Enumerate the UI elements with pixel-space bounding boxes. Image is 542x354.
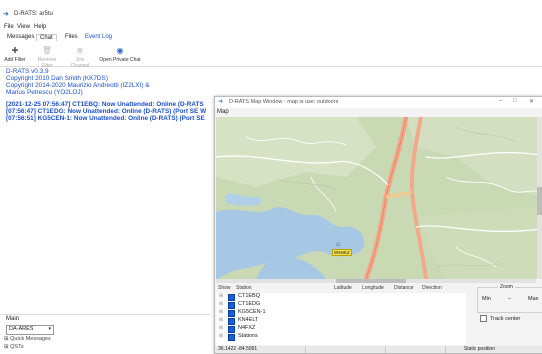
expand-icon: ⊞ (219, 293, 224, 299)
col-direction[interactable]: Direction (422, 285, 442, 291)
col-station[interactable]: Station (236, 285, 252, 291)
expand-icon: ⊞ (4, 344, 9, 350)
expand-icon: ⊞ (219, 333, 224, 339)
menu-help[interactable]: Help (34, 24, 46, 30)
list-item[interactable]: ⊞ N4FXZ (216, 325, 466, 333)
list-item[interactable]: ⊞ KN4ELT (216, 317, 466, 325)
tab-chat[interactable]: Chat (36, 34, 57, 41)
marker-icon: ⌂ (336, 241, 341, 248)
map-title-bar: ➜ D-RATS Map Window - map is use: outdoo… (215, 97, 542, 108)
menubar: File View Help (0, 22, 542, 32)
window-title: D-RATS: ar5tu (14, 11, 53, 17)
event-log-text: D-RATS v0.3.9 Copyright 2010 Dan Smith (… (6, 68, 226, 138)
checkbox-box (480, 315, 487, 322)
add-filter-button[interactable]: ✚ Add Filter (4, 46, 26, 63)
toolbar: ✚ Add Filter 🗑 Remove Filter ⊕ Join Chan… (0, 44, 542, 69)
position-status: Static position (463, 346, 495, 352)
log-line: Copyright 2014-2020 Maurizio Andreotti (… (6, 82, 150, 89)
station-name: KG5CEN-1 (238, 309, 266, 315)
tab-files[interactable]: Files (62, 34, 81, 40)
station-name: Stations (238, 333, 258, 339)
expand-icon: ⊞ (219, 325, 224, 331)
app-icon: ➜ (3, 11, 9, 18)
station-name: CT1EDG (238, 301, 261, 307)
show-checkbox[interactable] (228, 318, 235, 325)
expand-icon: ⊞ (219, 309, 224, 315)
channel-value: DA-ARES (9, 326, 34, 332)
station-name: KN4ELT (238, 317, 259, 323)
station-list: ⊞ CT1EBQ ⊞ CT1EDG ⊞ KG5CEN-1 ⊞ KN4ELT ⊞ … (216, 293, 466, 345)
station-name: CT1EBQ (238, 293, 261, 299)
list-item[interactable]: ⊞ CT1EBQ (216, 293, 466, 301)
station-list-header: Show Station Latitude Longitude Distance… (216, 284, 466, 292)
expand-icon: ⊞ (219, 317, 224, 323)
join-channel-button[interactable]: ⊕ Join Channel (66, 46, 94, 69)
expand-icon: ⊞ (4, 336, 9, 342)
col-longitude[interactable]: Longitude (362, 285, 384, 291)
log-event: [07:56:47] CT1EDG: Now Unattended: Onlin… (6, 108, 207, 115)
col-distance[interactable]: Distance (394, 285, 413, 291)
zoom-title: Zoom (498, 284, 515, 290)
map-canvas (216, 117, 542, 279)
main-tabs: Messages Chat Files Event Log (4, 33, 204, 43)
coordinates-readout: 36.1422 -84.5991 (218, 346, 258, 352)
channel-select[interactable]: DA-ARES ▾ (6, 325, 54, 335)
show-checkbox[interactable] (228, 294, 235, 301)
log-event: [07:56:51] KG5CEN-1: Now Unattended: Onl… (6, 115, 205, 122)
marker-label: W5NEZ (332, 249, 352, 256)
zoom-max-label: Max (528, 296, 539, 302)
menu-file[interactable]: File (4, 24, 14, 30)
expand-icon: ⊞ (219, 301, 224, 307)
menu-view[interactable]: View (17, 24, 30, 30)
open-private-chat-button[interactable]: ◉ Open Private Chat (98, 46, 142, 63)
map-vertical-scrollbar[interactable] (537, 117, 542, 279)
map-menu[interactable]: Map (217, 109, 229, 115)
col-show[interactable]: Show (218, 285, 231, 291)
plus-icon: ✚ (11, 46, 19, 55)
zoom-slider[interactable]: – (508, 296, 511, 302)
map-window-title: D-RATS Map Window - map is use: outdoors (229, 99, 339, 105)
map-view[interactable]: ⌂ W5NEZ (216, 117, 542, 279)
show-checkbox[interactable] (228, 302, 235, 309)
log-line: D-RATS v0.3.9 (6, 68, 49, 75)
zoom-group: Zoom Min – Max (477, 284, 542, 313)
track-center-checkbox[interactable]: Track center (480, 315, 520, 322)
tab-messages[interactable]: Messages (4, 34, 37, 40)
show-checkbox[interactable] (228, 326, 235, 333)
list-item[interactable]: ⊞ KG5CEN-1 (216, 309, 466, 317)
show-checkbox[interactable] (228, 310, 235, 317)
app-icon: ➜ (218, 99, 224, 105)
map-window: ➜ D-RATS Map Window - map is use: outdoo… (214, 96, 542, 354)
track-center-label: Track center (490, 315, 521, 322)
chat-icon: ◉ (116, 46, 124, 55)
trash-icon: 🗑 (41, 46, 53, 55)
col-latitude[interactable]: Latitude (334, 285, 352, 291)
quick-messages-item[interactable]: ⊞ Quick Messages (4, 336, 51, 342)
list-item[interactable]: ⊞ Stations (216, 333, 466, 341)
log-event: [2021-12-25 07:56:47] CT1EBQ: Now Unatte… (6, 101, 204, 108)
close-icon[interactable]: ✕ (529, 98, 534, 105)
bottom-panel (0, 314, 210, 325)
maximize-icon[interactable]: □ (513, 98, 517, 104)
remove-filter-button[interactable]: 🗑 Remove Filter (32, 46, 62, 69)
minimize-icon[interactable]: – (499, 98, 502, 104)
qsts-item[interactable]: ⊞ QSTs (4, 344, 24, 350)
main-title-bar: ➜ D-RATS: ar5tu (0, 8, 542, 22)
map-horizontal-scrollbar[interactable] (216, 279, 536, 283)
log-line: Copyright 2010 Dan Smith (KK7DS) (6, 75, 108, 82)
main-label: Main (6, 316, 20, 322)
show-checkbox[interactable] (228, 334, 235, 341)
log-line: Marius Petrescu (YO2LOJ) (6, 89, 83, 96)
station-name: N4FXZ (238, 325, 256, 331)
tab-event-log[interactable]: Event Log (82, 34, 115, 40)
list-item[interactable]: ⊞ CT1EDG (216, 301, 466, 309)
chevron-down-icon: ▾ (48, 326, 51, 332)
zoom-min-label: Min (482, 296, 491, 302)
join-icon: ⊕ (76, 46, 84, 55)
